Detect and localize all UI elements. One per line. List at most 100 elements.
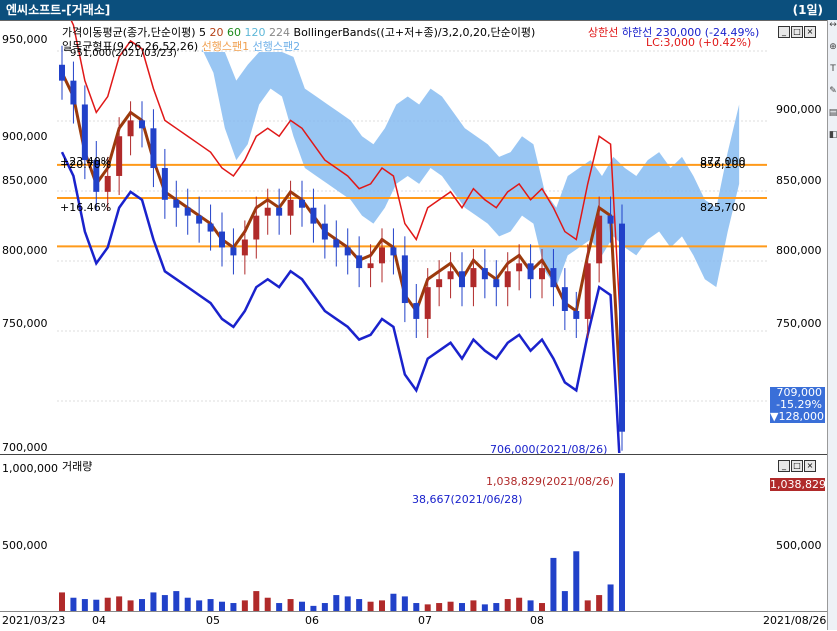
period-label[interactable]: (1일) (793, 0, 823, 20)
volume-panel-buttons: _ □ × (778, 460, 816, 472)
volume-bar (470, 600, 477, 611)
candle-body (539, 268, 545, 280)
volume-bar (150, 592, 157, 611)
candle-body (379, 247, 385, 264)
volume-bar (321, 603, 328, 611)
volume-bar (379, 600, 385, 611)
close-icon[interactable]: × (804, 460, 816, 472)
candle-body (150, 128, 157, 169)
price-tick: 950,000 (2, 33, 48, 46)
volume-title: 거래량 (62, 460, 93, 473)
candle-body (264, 207, 271, 216)
volume-bar (127, 600, 134, 611)
candle-body (516, 263, 523, 272)
tool-icon[interactable]: ▤ (828, 108, 837, 130)
volume-bar (344, 596, 351, 611)
candle-body (230, 247, 237, 256)
volume-bar (139, 599, 145, 611)
volume-bar (219, 601, 225, 611)
volume-chart[interactable] (57, 455, 767, 612)
volume-bar (413, 603, 420, 611)
volume-bar (81, 599, 88, 611)
volume-bar (573, 551, 580, 611)
volume-bar (436, 603, 443, 611)
volume-bar (116, 596, 123, 611)
ichimoku-cloud (202, 48, 740, 288)
candle-body (127, 120, 134, 137)
candle-body (436, 279, 443, 288)
window-titlebar: 엔씨소프트-[거래소] (1일) (0, 0, 837, 20)
tool-icon[interactable]: ⊕ (828, 42, 837, 64)
minimize-icon[interactable]: _ (778, 26, 790, 38)
volume-bar (367, 601, 374, 611)
volume-bar (196, 600, 203, 611)
candle-body (116, 136, 123, 176)
candle-body (561, 287, 568, 311)
volume-bar (253, 591, 260, 611)
volume-bar (161, 595, 168, 611)
candle-body (504, 271, 511, 288)
price-tick-right: 750,000 (776, 317, 822, 330)
volume-tick: 1,000,000 (2, 462, 58, 475)
bb-label: BollingerBands((고+저+종)/3,2,0,20,단순이평) (293, 26, 536, 39)
candle-body (619, 223, 625, 432)
minimize-icon[interactable]: _ (778, 460, 790, 472)
candle-body (81, 104, 88, 161)
candle-body (481, 268, 488, 280)
volume-bar (93, 599, 100, 611)
volume-bar (424, 604, 431, 611)
volume-bar (481, 604, 488, 611)
month-tick: 04 (92, 614, 106, 627)
month-tick: 06 (305, 614, 319, 627)
chart-title: 엔씨소프트-[거래소] (6, 3, 111, 17)
volume-bar (539, 603, 545, 611)
volume-bar (504, 599, 511, 611)
candle-body (184, 207, 191, 216)
hline-pct: +16.46% (60, 201, 112, 214)
candle-body (596, 215, 603, 264)
volume-current: 1,038,829 (770, 478, 826, 491)
price-tick: 750,000 (2, 317, 48, 330)
tool-icon[interactable]: ◧ (828, 130, 837, 152)
price-panel-buttons: _ □ × (778, 26, 816, 38)
volume-max-label: 1,038,829(2021/08/26) (486, 475, 614, 488)
candle-body (447, 271, 454, 280)
price-tick-right: 850,000 (776, 174, 822, 187)
volume-bar (184, 597, 191, 611)
candle-body (207, 223, 214, 232)
price-chart[interactable] (57, 21, 767, 453)
date-axis: 2021/03/23 04 05 06 07 08 2021/08/26 (0, 611, 827, 631)
candle-body (356, 255, 363, 269)
restore-icon[interactable]: □ (791, 460, 803, 472)
candle-body (367, 263, 374, 269)
tool-icon[interactable]: T (828, 64, 837, 86)
date-end: 2021/08/26 (763, 614, 827, 627)
current-price-box: 709,000 -15.29% ▼128,000 (770, 387, 825, 423)
restore-icon[interactable]: □ (791, 26, 803, 38)
candle-body (287, 199, 294, 216)
candle-body (139, 120, 145, 129)
price-panel: 950,000 900,000 850,000 800,000 750,000 … (0, 20, 837, 456)
volume-min-label: 38,667(2021/06/28) (412, 493, 523, 506)
close-icon[interactable]: × (804, 26, 816, 38)
candle-body (299, 199, 305, 208)
tool-icon[interactable]: ✎ (828, 86, 837, 108)
price-tick: 900,000 (2, 130, 48, 143)
volume-axis-left: 1,000,000 500,000 (0, 455, 58, 612)
volume-bar (264, 597, 271, 611)
candle-body (424, 287, 431, 319)
price-tick: 700,000 (2, 441, 48, 454)
candle-body (253, 215, 260, 240)
span1-label: 선행스팬1 (201, 40, 250, 53)
volume-bar (356, 599, 363, 611)
volume-bar (447, 601, 454, 611)
price-tick: 850,000 (2, 174, 48, 187)
tool-sidebar: ↔ ⊕ T ✎ ▤ ◧ (827, 20, 837, 630)
tool-icon[interactable]: ↔ (828, 20, 837, 42)
volume-bar (104, 597, 111, 611)
volume-bar (584, 600, 591, 611)
volume-panel: 1,000,000 500,000 500,000 거래량 1,038,829(… (0, 454, 837, 612)
volume-bar (493, 603, 500, 611)
candle-body (344, 247, 351, 256)
candle-body (276, 207, 283, 216)
